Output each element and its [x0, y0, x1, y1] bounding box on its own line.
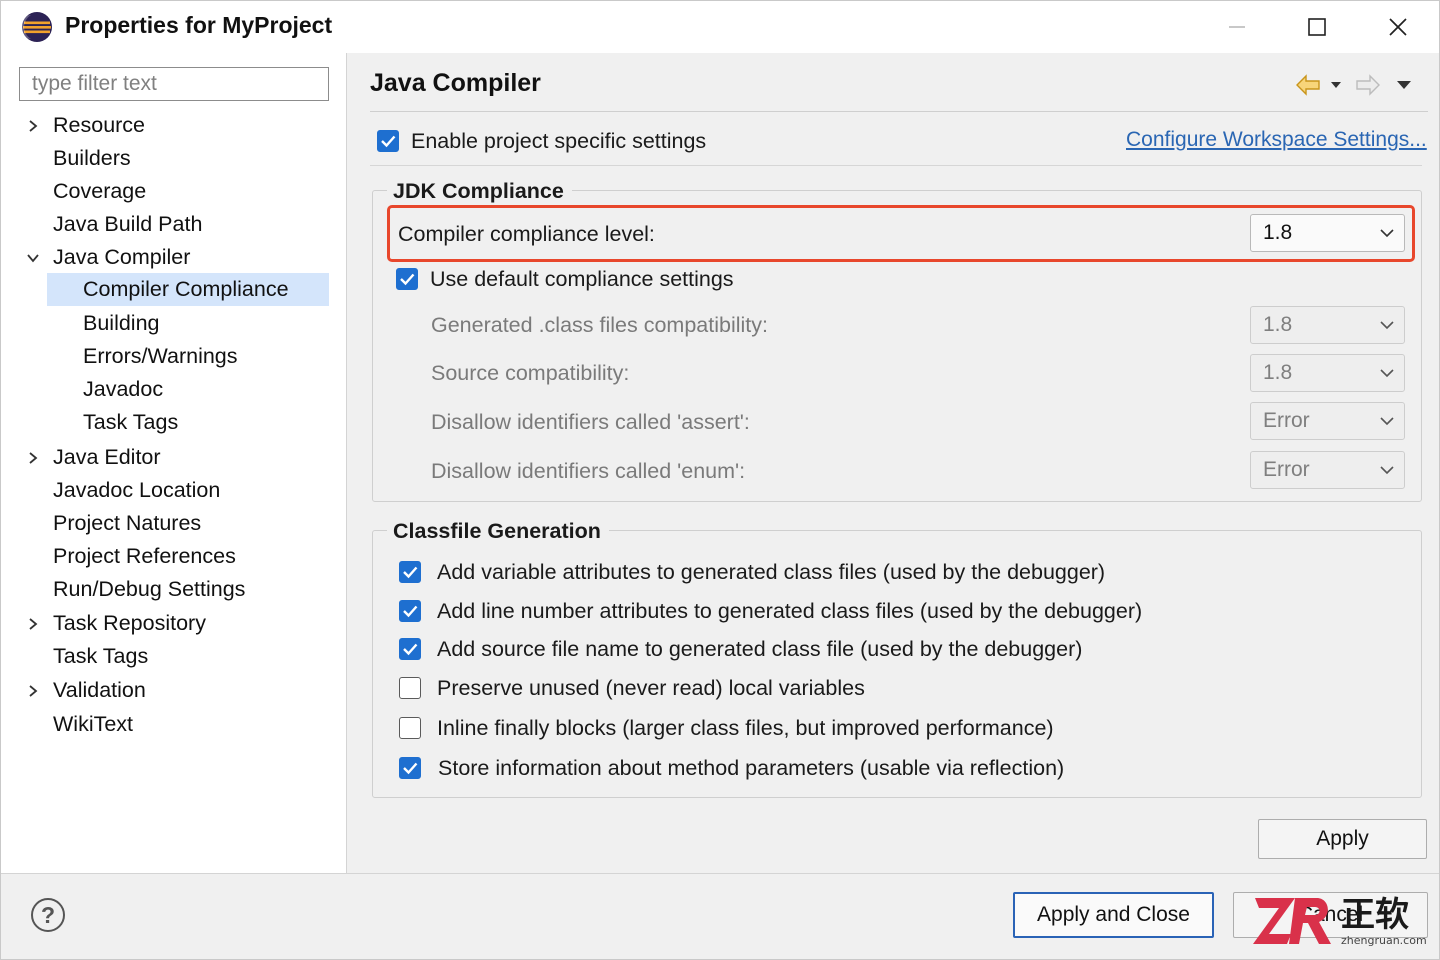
minimize-icon — [1229, 26, 1245, 28]
sidebar-item-javadoc-location[interactable]: Javadoc Location — [53, 474, 220, 507]
inline-finally-label[interactable]: Inline finally blocks (larger class file… — [437, 714, 1054, 742]
sidebar-item-run-debug-settings[interactable]: Run/Debug Settings — [53, 573, 245, 606]
help-icon[interactable]: ? — [31, 898, 65, 932]
sidebar-item-coverage[interactable]: Coverage — [53, 175, 146, 208]
jdk-compliance-title: JDK Compliance — [387, 178, 572, 204]
top-separator — [370, 165, 1422, 166]
sidebar-item-compiler-compliance[interactable]: Compiler Compliance — [47, 273, 329, 306]
enum-identifier-select[interactable]: Error — [1250, 451, 1405, 489]
inline-finally-checkbox[interactable] — [399, 717, 421, 739]
minimize-button[interactable] — [1197, 1, 1277, 53]
header-separator — [370, 111, 1428, 112]
source-file-name-label[interactable]: Add source file name to generated class … — [437, 635, 1082, 663]
close-icon — [1389, 18, 1407, 36]
compliance-level-select[interactable]: 1.8 — [1250, 214, 1405, 252]
page-title: Java Compiler — [370, 69, 541, 97]
watermark-logo: 正软 zhengruan.com — [1251, 892, 1431, 954]
maximize-icon — [1308, 18, 1326, 36]
enable-specific-label[interactable]: Enable project specific settings — [411, 127, 706, 155]
class-files-compat-value: 1.8 — [1263, 313, 1293, 336]
sidebar-item-compiler-task-tags[interactable]: Task Tags — [83, 406, 178, 439]
line-number-attributes-checkbox[interactable] — [399, 600, 421, 622]
view-menu-icon[interactable] — [1397, 81, 1411, 89]
checkmark-icon — [403, 566, 418, 579]
sidebar-item-javadoc[interactable]: Javadoc — [83, 373, 163, 406]
variable-attributes-checkbox[interactable] — [399, 561, 421, 583]
sidebar-item-task-repository[interactable]: Task Repository — [53, 607, 206, 640]
chevron-down-icon — [1380, 369, 1394, 378]
sidebar-item-java-editor[interactable]: Java Editor — [53, 441, 161, 474]
sidebar-item-wikitext[interactable]: WikiText — [53, 708, 133, 741]
sidebar-item-validation[interactable]: Validation — [53, 674, 146, 707]
watermark-brand: 正软 — [1341, 895, 1409, 935]
class-files-compat-select[interactable]: 1.8 — [1250, 306, 1405, 344]
configure-workspace-link[interactable]: Configure Workspace Settings... — [1126, 128, 1427, 152]
use-default-compliance-checkbox[interactable] — [396, 268, 418, 290]
enable-specific-checkbox[interactable] — [377, 130, 399, 152]
filter-input[interactable] — [19, 67, 329, 101]
properties-dialog: Properties for MyProject Resource Builde… — [0, 0, 1440, 960]
sidebar-item-building[interactable]: Building — [83, 307, 160, 340]
expand-chevron-icon[interactable] — [25, 109, 41, 142]
checkmark-icon — [400, 273, 415, 286]
method-parameters-label[interactable]: Store information about method parameter… — [438, 754, 1064, 782]
assert-identifier-select[interactable]: Error — [1250, 402, 1405, 440]
expand-chevron-icon[interactable] — [25, 607, 41, 640]
compliance-level-value: 1.8 — [1263, 221, 1293, 244]
classfile-generation-title: Classfile Generation — [387, 518, 609, 544]
window-title: Properties for MyProject — [65, 12, 333, 38]
collapse-chevron-icon[interactable] — [25, 241, 41, 274]
sidebar: Resource Builders Coverage Java Build Pa… — [1, 53, 347, 873]
watermark-url: zhengruan.com — [1341, 934, 1427, 947]
dialog-footer: ? Apply and Close Cancel 正软 zhengruan.co… — [1, 873, 1439, 959]
enum-identifier-label: Disallow identifiers called 'enum': — [431, 459, 746, 483]
apply-and-close-button[interactable]: Apply and Close — [1013, 892, 1214, 938]
class-files-compat-label: Generated .class files compatibility: — [431, 313, 768, 337]
sidebar-item-resource[interactable]: Resource — [53, 109, 145, 142]
expand-chevron-icon[interactable] — [25, 441, 41, 474]
source-file-name-checkbox[interactable] — [399, 638, 421, 660]
method-parameters-checkbox[interactable] — [399, 757, 421, 779]
dropdown-icon[interactable] — [1331, 82, 1341, 88]
sidebar-item-errors-warnings[interactable]: Errors/Warnings — [83, 340, 238, 373]
sidebar-item-project-references[interactable]: Project References — [53, 540, 236, 573]
main-panel: Java Compiler Enable project specific se… — [348, 53, 1439, 873]
sidebar-item-builders[interactable]: Builders — [53, 142, 131, 175]
source-compat-select[interactable]: 1.8 — [1250, 354, 1405, 392]
apply-button[interactable]: Apply — [1258, 819, 1427, 859]
checkmark-icon — [403, 605, 418, 618]
chevron-down-icon — [1380, 417, 1394, 426]
forward-arrow-icon[interactable] — [1356, 74, 1380, 96]
checkmark-icon — [403, 643, 418, 656]
sidebar-item-java-build-path[interactable]: Java Build Path — [53, 208, 202, 241]
chevron-down-icon — [1380, 229, 1394, 238]
maximize-button[interactable] — [1277, 1, 1357, 53]
chevron-down-icon — [1380, 466, 1394, 475]
preserve-unused-label[interactable]: Preserve unused (never read) local varia… — [437, 674, 865, 702]
source-compat-value: 1.8 — [1263, 361, 1293, 384]
sidebar-item-task-tags[interactable]: Task Tags — [53, 640, 148, 673]
sidebar-item-java-compiler[interactable]: Java Compiler — [53, 241, 190, 274]
checkmark-icon — [403, 762, 418, 775]
eclipse-icon — [19, 11, 53, 43]
preserve-unused-checkbox[interactable] — [399, 677, 421, 699]
checkmark-icon — [381, 135, 396, 148]
use-default-compliance-label[interactable]: Use default compliance settings — [430, 265, 734, 293]
sidebar-item-project-natures[interactable]: Project Natures — [53, 507, 201, 540]
compliance-level-label: Compiler compliance level: — [398, 222, 655, 246]
title-bar: Properties for MyProject — [1, 1, 1439, 53]
assert-identifier-label: Disallow identifiers called 'assert': — [431, 410, 750, 434]
line-number-attributes-label[interactable]: Add line number attributes to generated … — [437, 597, 1142, 625]
source-compat-label: Source compatibility: — [431, 361, 630, 385]
page-navigation — [1293, 71, 1423, 99]
close-button[interactable] — [1358, 1, 1438, 53]
assert-identifier-value: Error — [1263, 409, 1310, 432]
enum-identifier-value: Error — [1263, 458, 1310, 481]
expand-chevron-icon[interactable] — [25, 674, 41, 707]
chevron-down-icon — [1380, 321, 1394, 330]
variable-attributes-label[interactable]: Add variable attributes to generated cla… — [437, 558, 1105, 586]
back-arrow-icon[interactable] — [1296, 74, 1320, 96]
